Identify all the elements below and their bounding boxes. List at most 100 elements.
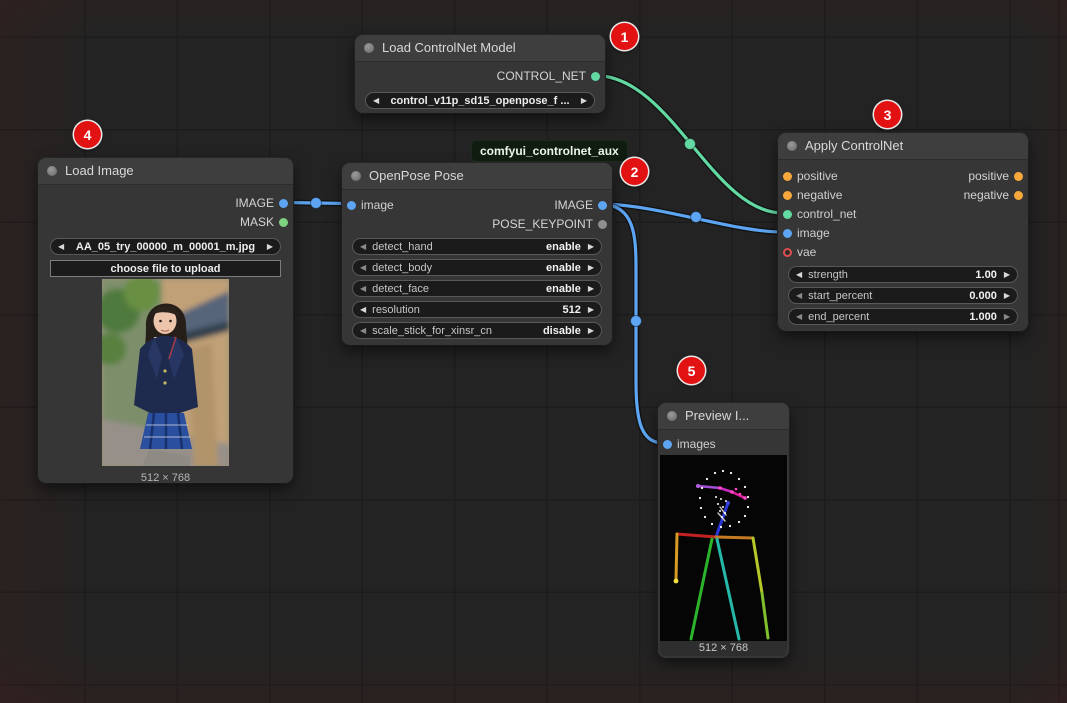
widget-end-percent[interactable]: ◀ end_percent 1.000 ▶ — [788, 308, 1018, 325]
increment-arrow-icon[interactable]: ▶ — [588, 327, 594, 335]
decrement-arrow-icon[interactable]: ◀ — [360, 306, 366, 314]
input-label-vae: vae — [797, 243, 816, 262]
node-title-bar[interactable]: Load ControlNet Model — [355, 35, 605, 62]
widget-name: detect_body — [372, 262, 540, 274]
input-label-positive: positive — [797, 167, 838, 186]
node-title: OpenPose Pose — [369, 163, 464, 189]
load-image-preview — [102, 279, 229, 466]
output-label-positive: positive — [968, 167, 1009, 186]
output-slot-image[interactable] — [279, 199, 288, 208]
input-slot-image[interactable] — [347, 201, 356, 210]
widget-detect-face[interactable]: ◀ detect_face enable ▶ — [352, 280, 602, 297]
widget-detect-body[interactable]: ◀ detect_body enable ▶ — [352, 259, 602, 276]
output-label-control-net: CONTROL_NET — [497, 67, 586, 86]
output-label-image: IMAGE — [235, 194, 274, 213]
widget-start-percent[interactable]: ◀ start_percent 0.000 ▶ — [788, 287, 1018, 304]
output-slot-image[interactable] — [598, 201, 607, 210]
wire-midpoint-dot — [685, 139, 696, 150]
decrement-arrow-icon[interactable]: ◀ — [360, 285, 366, 293]
output-slot-mask[interactable] — [279, 218, 288, 227]
input-slot-image[interactable] — [783, 229, 792, 238]
increment-arrow-icon[interactable]: ▶ — [1004, 292, 1010, 300]
output-slot-control-net[interactable] — [591, 72, 600, 81]
increment-arrow-icon[interactable]: ▶ — [1004, 271, 1010, 279]
input-slot-positive[interactable] — [783, 172, 792, 181]
node-title-bar[interactable]: Apply ControlNet — [778, 133, 1028, 160]
controlnet-model-value: control_v11p_sd15_openpose_f ... — [379, 95, 581, 107]
combo-next-icon[interactable]: ▶ — [581, 97, 587, 105]
input-label-control-net: control_net — [797, 205, 856, 224]
increment-arrow-icon[interactable]: ▶ — [1004, 313, 1010, 321]
node-pack-badge: comfyui_controlnet_aux — [472, 141, 627, 161]
output-slot-positive[interactable] — [1014, 172, 1023, 181]
annotation-badge-5: 5 — [678, 357, 705, 384]
wire-midpoint-dot — [311, 198, 322, 209]
node-openpose-pose[interactable]: OpenPose Pose image IMAGE POSE_KEYPOINT … — [342, 163, 612, 345]
badge-number: 1 — [621, 29, 629, 45]
input-label-image: image — [797, 224, 830, 243]
output-label-mask: MASK — [240, 213, 274, 232]
decrement-arrow-icon[interactable]: ◀ — [796, 271, 802, 279]
node-load-image[interactable]: Load Image IMAGE MASK ◀ AA_05_try_00000_… — [38, 158, 293, 483]
increment-arrow-icon[interactable]: ▶ — [588, 285, 594, 293]
widget-value: enable — [546, 262, 581, 274]
widget-name: strength — [808, 269, 969, 281]
annotation-badge-2: 2 — [621, 158, 648, 185]
annotation-badge-4: 4 — [74, 121, 101, 148]
image-size-caption: 512 × 768 — [38, 472, 293, 484]
widget-name: detect_hand — [372, 241, 540, 253]
collapse-dot-icon[interactable] — [47, 166, 57, 176]
collapse-dot-icon[interactable] — [667, 411, 677, 421]
decrement-arrow-icon[interactable]: ◀ — [360, 264, 366, 272]
choose-file-button[interactable]: choose file to upload — [50, 260, 281, 277]
input-slot-vae[interactable] — [783, 248, 792, 257]
badge-number: 5 — [688, 363, 696, 379]
node-title-bar[interactable]: OpenPose Pose — [342, 163, 612, 190]
image-file-value: AA_05_try_00000_m_00001_m.jpg — [64, 241, 267, 253]
node-title: Load ControlNet Model — [382, 35, 516, 61]
output-label-pose-keypoint: POSE_KEYPOINT — [492, 215, 593, 234]
widget-scale-stick[interactable]: ◀ scale_stick_for_xinsr_cn disable ▶ — [352, 322, 602, 339]
widget-detect-hand[interactable]: ◀ detect_hand enable ▶ — [352, 238, 602, 255]
decrement-arrow-icon[interactable]: ◀ — [796, 313, 802, 321]
badge-number: 2 — [631, 164, 639, 180]
widget-name: resolution — [372, 304, 556, 316]
input-label-image: image — [361, 196, 394, 215]
combo-next-icon[interactable]: ▶ — [267, 243, 273, 251]
output-slot-pose-keypoint[interactable] — [598, 220, 607, 229]
node-title: Load Image — [65, 158, 134, 184]
input-slot-control-net[interactable] — [783, 210, 792, 219]
widget-strength[interactable]: ◀ strength 1.00 ▶ — [788, 266, 1018, 283]
widget-resolution[interactable]: ◀ resolution 512 ▶ — [352, 301, 602, 318]
widget-value: 0.000 — [969, 290, 997, 302]
increment-arrow-icon[interactable]: ▶ — [588, 243, 594, 251]
wire-midpoint-dot — [631, 316, 642, 327]
controlnet-model-combo[interactable]: ◀ control_v11p_sd15_openpose_f ... ▶ — [365, 92, 595, 109]
node-title-bar[interactable]: Load Image — [38, 158, 293, 185]
node-apply-controlnet[interactable]: Apply ControlNet positive positive negat… — [778, 133, 1028, 331]
node-load-controlnet-model[interactable]: Load ControlNet Model CONTROL_NET ◀ cont… — [355, 35, 605, 113]
widget-name: end_percent — [808, 311, 963, 323]
node-title-bar[interactable]: Preview I... — [658, 403, 789, 430]
widget-value: 1.000 — [969, 311, 997, 323]
increment-arrow-icon[interactable]: ▶ — [588, 306, 594, 314]
node-graph-canvas[interactable]: Load ControlNet Model CONTROL_NET ◀ cont… — [0, 0, 1067, 703]
widget-name: scale_stick_for_xinsr_cn — [372, 325, 537, 337]
input-label-images: images — [677, 435, 716, 454]
widget-value: disable — [543, 325, 581, 337]
collapse-dot-icon[interactable] — [364, 43, 374, 53]
collapse-dot-icon[interactable] — [787, 141, 797, 151]
image-file-combo[interactable]: ◀ AA_05_try_00000_m_00001_m.jpg ▶ — [50, 238, 281, 255]
node-preview-image[interactable]: Preview I... images — [658, 403, 789, 658]
increment-arrow-icon[interactable]: ▶ — [588, 264, 594, 272]
collapse-dot-icon[interactable] — [351, 171, 361, 181]
input-slot-negative[interactable] — [783, 191, 792, 200]
output-label-image: IMAGE — [554, 196, 593, 215]
widget-value: 512 — [562, 304, 580, 316]
decrement-arrow-icon[interactable]: ◀ — [360, 243, 366, 251]
input-slot-images[interactable] — [663, 440, 672, 449]
decrement-arrow-icon[interactable]: ◀ — [360, 327, 366, 335]
output-slot-negative[interactable] — [1014, 191, 1023, 200]
photo-woman-uniform — [102, 279, 229, 466]
decrement-arrow-icon[interactable]: ◀ — [796, 292, 802, 300]
